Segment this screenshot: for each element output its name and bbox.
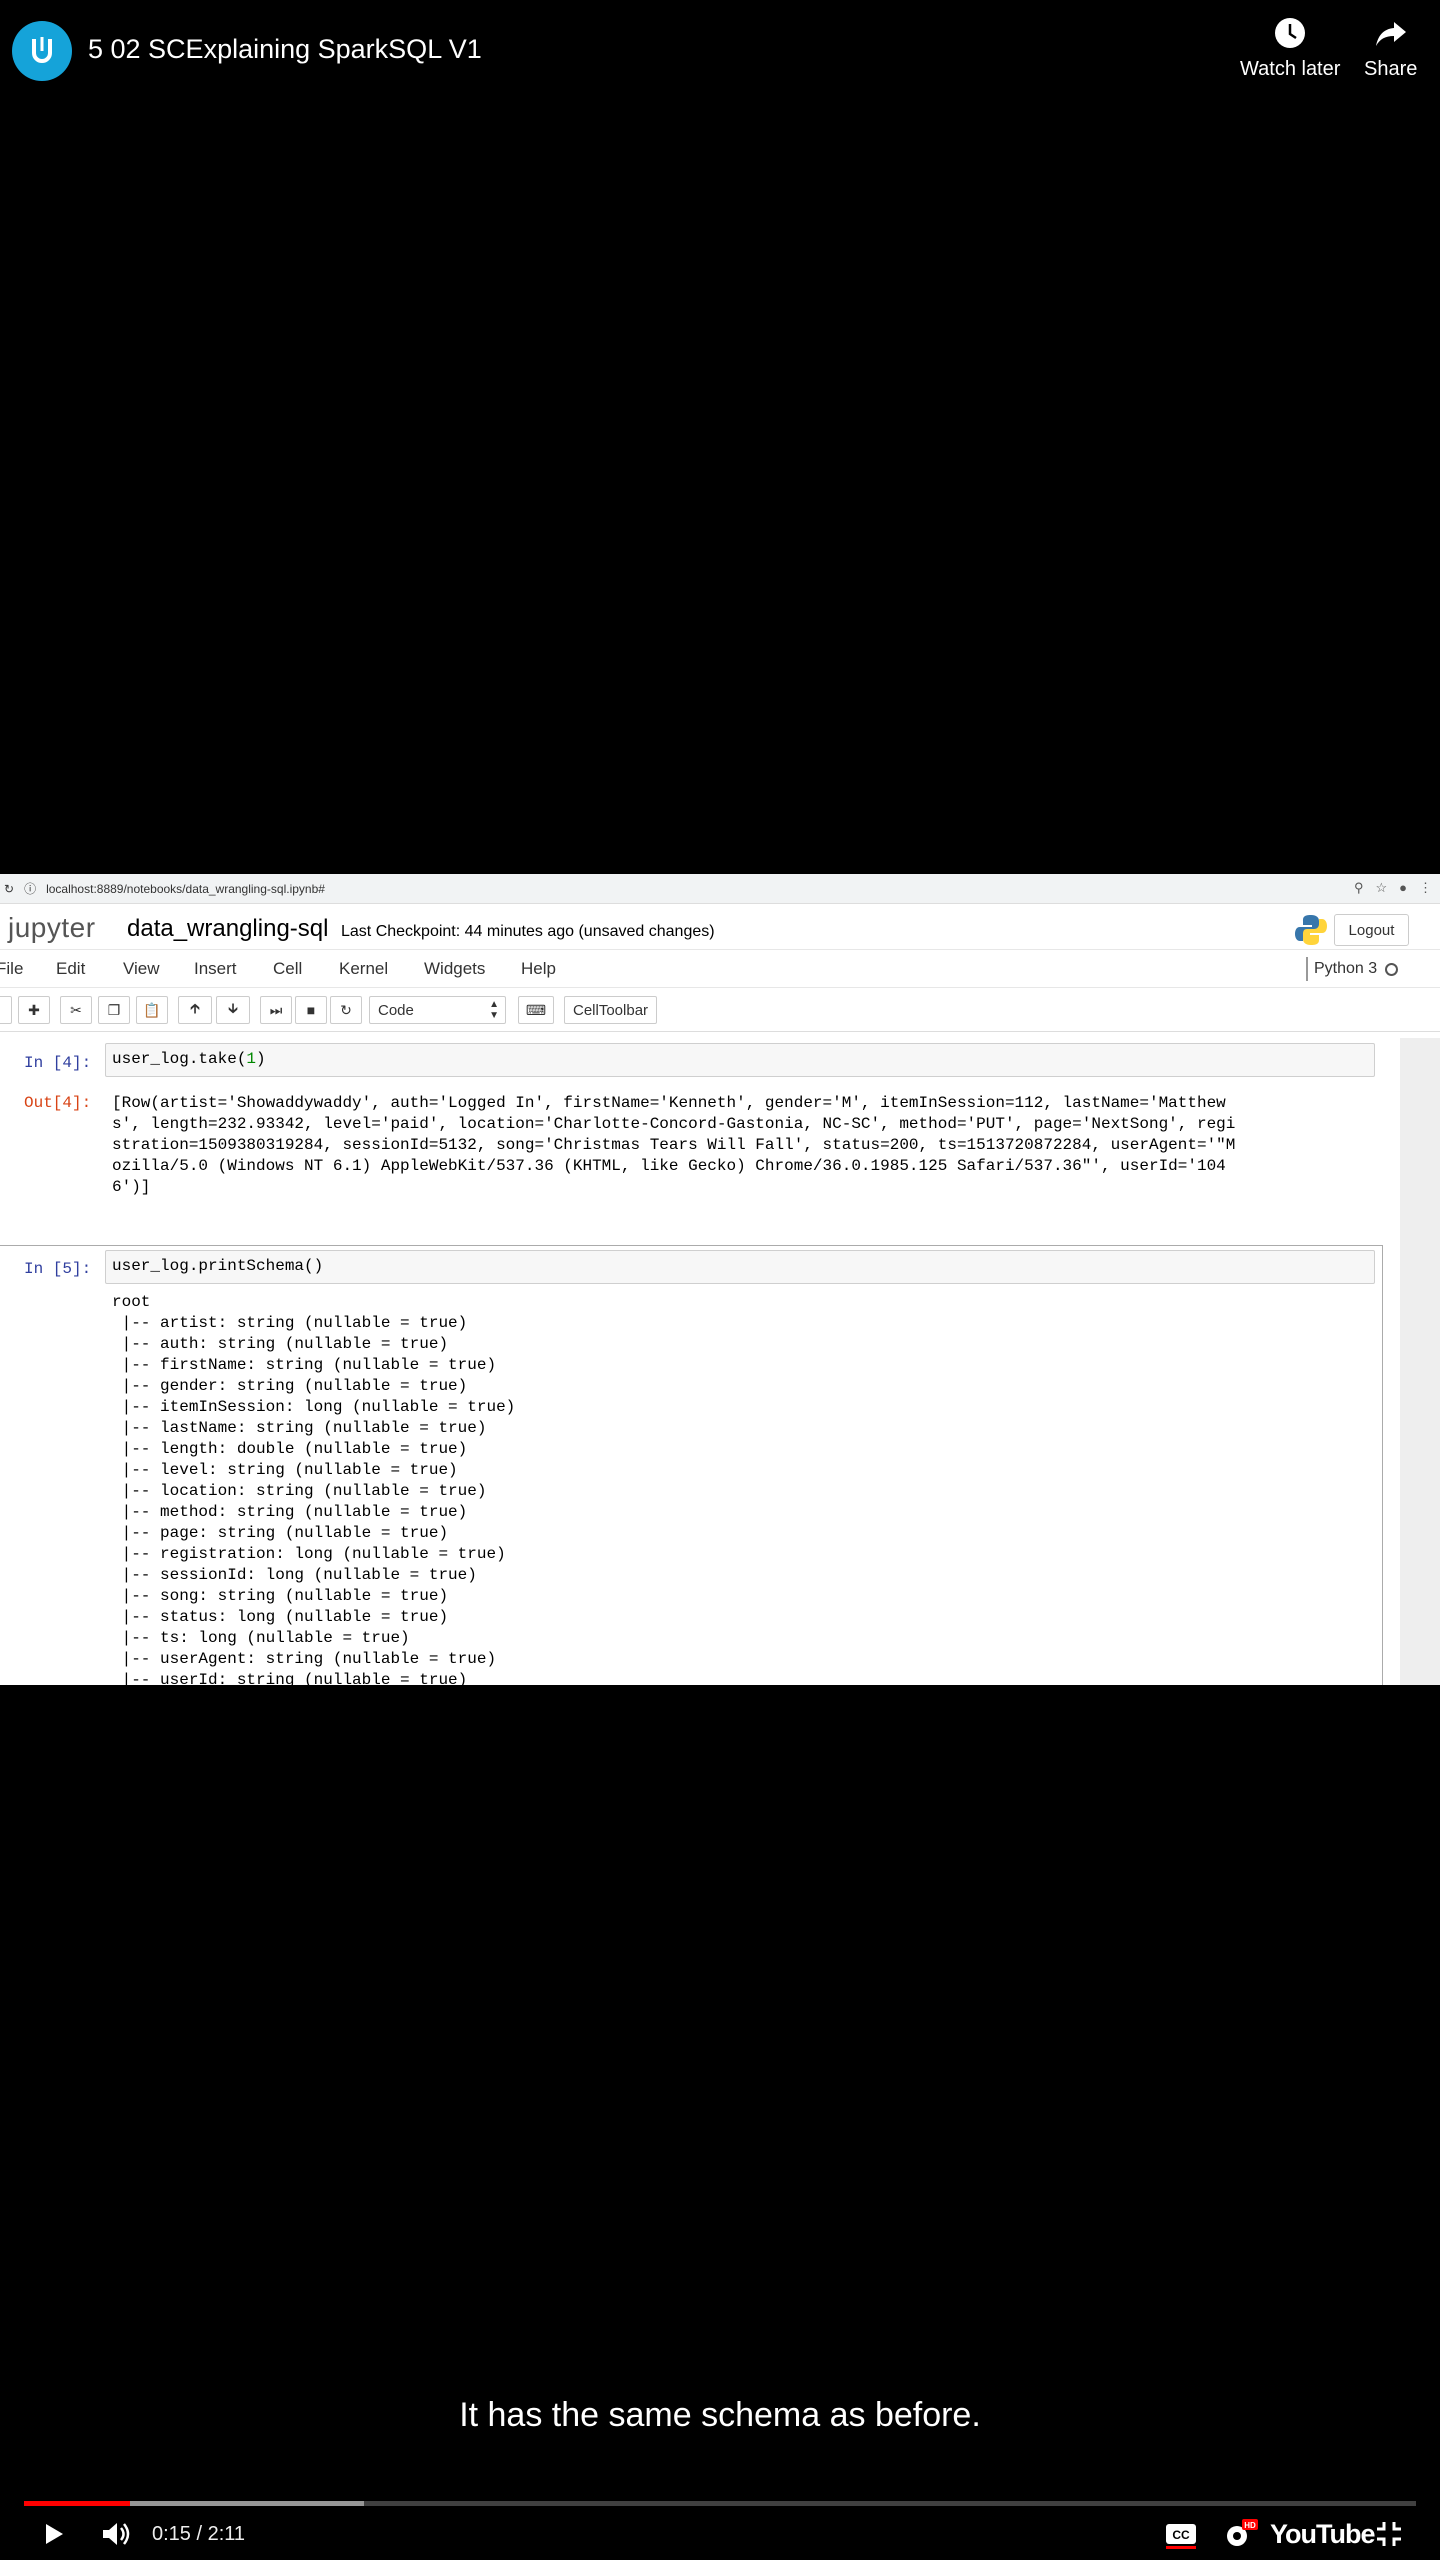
subtitle-caption: It has the same schema as before. [459, 2396, 981, 2434]
clock-icon [1275, 18, 1306, 48]
restart-button[interactable]: ↻ [330, 996, 362, 1024]
star-icon: ☆ [1375, 880, 1388, 895]
volume-icon [103, 2523, 130, 2545]
scissors-icon: ✂ [70, 1001, 82, 1018]
move-up-button[interactable]: 🡱 [178, 996, 212, 1024]
step-forward-icon: ⏭ [269, 1001, 283, 1018]
checkpoint-status: Last Checkpoint: 44 minutes ago (unsaved… [341, 923, 715, 940]
browser-address-bar: ↻ ⓘ localhost:8889/notebooks/data_wrangl… [0, 874, 1440, 904]
cell-output-4: [Row(artist='Showaddywaddy', auth='Logge… [112, 1094, 1236, 1196]
menu-view[interactable]: View [123, 959, 160, 979]
exit-fullscreen-icon [1377, 2522, 1401, 2546]
play-button[interactable] [38, 2510, 68, 2558]
notebook-header: jupyter data_wrangling-sql Last Checkpoi… [0, 904, 1440, 950]
cc-icon: CC [1166, 2524, 1196, 2549]
plus-icon: ✚ [28, 1001, 40, 1018]
cell-type-value: Code [378, 1001, 414, 1019]
code-input-4[interactable]: user_log.take(1) [105, 1043, 1375, 1077]
more-icon: ⋮ [1419, 880, 1432, 895]
volume-button[interactable] [100, 2510, 134, 2558]
kernel-idle-icon [1385, 962, 1399, 976]
captions-button[interactable]: CC [1164, 2510, 1198, 2558]
browser-url: localhost:8889/notebooks/data_wrangling-… [46, 881, 325, 896]
menu-cell[interactable]: Cell [273, 959, 302, 979]
browser-icons: ⚲ ☆ ● ⋮ [1354, 880, 1432, 896]
svg-text:HD: HD [1244, 2521, 1256, 2530]
cell-output-5: root |-- artist: string (nullable = true… [112, 1293, 516, 1685]
jupyter-logo: jupyter [8, 912, 96, 943]
kernel-name: Python 3 [1314, 960, 1378, 977]
select-arrows-icon: ▲ ▼ [489, 999, 499, 1021]
notebook-cells: In [4]: user_log.take(1) Out[4]: [Row(ar… [0, 1038, 1400, 1685]
menu-file[interactable]: File [0, 959, 23, 979]
paste-icon: 📋 [143, 1001, 161, 1018]
scrollbar-area[interactable] [1400, 1038, 1440, 1685]
keyboard-icon: ⌨ [525, 1001, 547, 1018]
share-button[interactable]: Share [1364, 16, 1417, 81]
move-down-button[interactable]: 🡳 [216, 996, 250, 1024]
watch-later-button[interactable]: Watch later [1240, 16, 1340, 81]
arrow-up-icon: 🡱 [189, 1000, 201, 1016]
video-title[interactable]: 5 02 SCExplaining SparkSQL V1 [88, 34, 482, 65]
play-icon [46, 2524, 63, 2544]
in-prompt-5: In [5]: [24, 1260, 92, 1278]
menu-widgets[interactable]: Widgets [424, 959, 485, 979]
reload-icon: ↻ [4, 881, 15, 896]
paste-button[interactable]: 📋 [136, 996, 168, 1024]
menu-edit[interactable]: Edit [56, 959, 85, 979]
svg-text:CC: CC [1172, 2528, 1190, 2542]
cut-button[interactable]: ✂ [60, 996, 92, 1024]
run-button[interactable]: ⏭ [260, 996, 292, 1024]
share-arrow-icon [1375, 22, 1406, 46]
insert-cell-button[interactable]: ✚ [18, 996, 50, 1024]
out-prompt-4: Out[4]: [24, 1094, 92, 1112]
interrupt-button[interactable]: ■ [295, 996, 327, 1024]
video-top-bar: 5 02 SCExplaining SparkSQL V1 Watch late… [0, 0, 1440, 110]
command-palette-button[interactable]: ⌨ [518, 996, 554, 1024]
logout-button[interactable]: Logout [1334, 914, 1409, 946]
code-number: 1 [246, 1050, 257, 1068]
gear-hd-icon: HD [1227, 2519, 1258, 2546]
played-bar [24, 2501, 131, 2506]
exit-fullscreen-button[interactable] [1374, 2510, 1404, 2558]
code-text: user_log.take( [112, 1050, 247, 1068]
code-input-5[interactable]: user_log.printSchema() [105, 1250, 1375, 1284]
notebook-name: data_wrangling-sql [127, 915, 329, 942]
udacity-logo-icon [32, 37, 52, 63]
notebook-menubar: File Edit View Insert Cell Kernel Widget… [0, 950, 1440, 988]
channel-avatar[interactable] [12, 21, 72, 81]
watch-later-label: Watch later [1240, 58, 1341, 80]
zoom-icon: ⚲ [1353, 880, 1364, 895]
copy-icon: ❐ [107, 1001, 121, 1018]
youtube-logo[interactable]: YouTube [1270, 2510, 1375, 2558]
arrow-down-icon: 🡳 [227, 1000, 239, 1016]
menu-help[interactable]: Help [521, 959, 556, 979]
in-prompt-4: In [4]: [24, 1054, 92, 1072]
menu-kernel[interactable]: Kernel [339, 959, 388, 979]
restart-icon: ↻ [340, 1001, 352, 1018]
settings-button[interactable]: HD [1222, 2510, 1260, 2558]
menu-insert[interactable]: Insert [194, 959, 237, 979]
video-frame-notebook: ↻ ⓘ localhost:8889/notebooks/data_wrangl… [0, 874, 1440, 1685]
celltoolbar-button[interactable]: CellToolbar [564, 996, 658, 1024]
cell-type-select[interactable]: Code ▲ ▼ [369, 996, 506, 1024]
save-button[interactable] [0, 996, 12, 1024]
share-label: Share [1364, 58, 1418, 80]
python-logo-icon [1295, 915, 1327, 945]
copy-button[interactable]: ❐ [98, 996, 130, 1024]
time-display: 0:15 / 2:11 [152, 2522, 246, 2545]
progress-bar[interactable] [24, 2501, 1416, 2506]
profile-icon: ● [1399, 880, 1407, 895]
notebook-toolbar: ✚ ✂ ❐ 📋 🡱 🡳 ⏭ ■ ↻ Code ▲ ▼ ⌨ CellToolbar [0, 988, 1440, 1032]
code-text-close: ) [256, 1050, 266, 1068]
kernel-indicator: Python 3 [1306, 957, 1399, 981]
stop-icon: ■ [306, 1002, 316, 1018]
info-icon: ⓘ [24, 882, 37, 896]
